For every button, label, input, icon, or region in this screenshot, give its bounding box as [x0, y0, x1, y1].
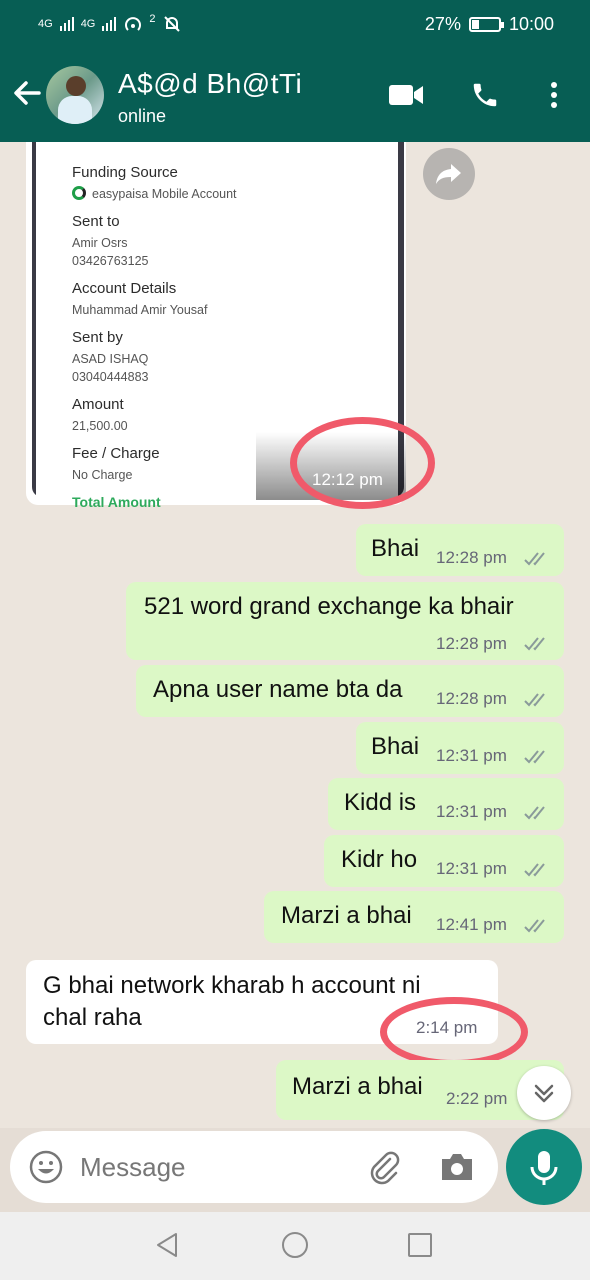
message-text: 521 word grand exchange ka bhair [144, 593, 514, 620]
scroll-to-bottom-button[interactable] [517, 1066, 571, 1120]
message-time: 12:31 pm [436, 802, 507, 821]
message-time: 2:22 pm [446, 1089, 508, 1108]
amount-label: Amount [72, 396, 124, 413]
account-details-label: Account Details [72, 280, 177, 297]
message-text-line-1: G bhai network kharab h account ni [43, 972, 421, 999]
double-check-icon [524, 806, 545, 820]
message-text: Bhai [371, 733, 420, 760]
sent-by-number: 03040444883 [72, 370, 149, 384]
sent-to-name: Amir Osrs [72, 236, 128, 250]
status-bar: 4G 4G 2 27% 10:00 [0, 0, 590, 50]
battery-icon [468, 17, 504, 32]
sent-by-label: Sent by [72, 329, 123, 346]
annotation-circle [290, 417, 435, 509]
double-check-icon [524, 693, 545, 707]
forward-button[interactable] [423, 148, 475, 200]
easypaisa-logo-icon [72, 186, 86, 200]
message-time: 12:41 pm [436, 915, 507, 934]
message-time: 12:31 pm [436, 859, 507, 878]
status-icons-right: 27% 10:00 [425, 14, 554, 35]
network-indicator-1: 4G [38, 18, 53, 30]
avatar[interactable] [46, 66, 104, 124]
sent-to-number: 03426763125 [72, 254, 149, 268]
chevron-double-down-icon [534, 1084, 554, 1103]
message-composer [10, 1131, 498, 1203]
more-options-icon[interactable] [544, 80, 564, 110]
message-time: 12:28 pm [436, 634, 507, 653]
message-text: Apna user name bta da [153, 676, 403, 703]
funding-source-value: easypaisa Mobile Account [92, 187, 237, 201]
voice-call-icon[interactable] [470, 80, 500, 110]
status-icons-left: 4G 4G 2 [38, 13, 182, 34]
message-time: 12:28 pm [436, 689, 507, 708]
contact-name[interactable]: A$@d Bh@tTi [118, 68, 302, 100]
signal-icon [102, 17, 117, 31]
emoji-icon[interactable] [28, 1149, 64, 1185]
attach-icon[interactable] [366, 1149, 402, 1185]
signal-icon [59, 17, 74, 31]
message-bubble-outgoing[interactable]: Bhai 12:28 pm [356, 524, 564, 576]
annotation-circle [380, 997, 528, 1067]
message-bubble-outgoing[interactable]: Apna user name bta da 12:28 pm [136, 665, 564, 717]
message-text: Bhai [371, 535, 420, 562]
hotspot-icon [125, 17, 142, 31]
sent-by-name: ASAD ISHAQ [72, 352, 149, 366]
double-check-icon [524, 750, 545, 764]
funding-source-label: Funding Source [72, 164, 178, 181]
back-arrow-icon[interactable] [12, 78, 42, 108]
message-time: 12:31 pm [436, 746, 507, 765]
message-text: Marzi a bhai [281, 902, 412, 929]
message-bubble-outgoing[interactable]: Kidr ho 12:31 pm [324, 835, 564, 887]
account-details-value: Muhammad Amir Yousaf [72, 303, 208, 317]
message-bubble-outgoing[interactable]: Kidd is 12:31 pm [328, 778, 564, 830]
camera-icon[interactable] [438, 1149, 476, 1185]
mic-button[interactable] [506, 1129, 582, 1205]
message-text-line-2: chal raha [43, 1004, 142, 1031]
hotspot-count: 2 [149, 13, 156, 25]
clock: 10:00 [508, 14, 554, 34]
double-check-icon [524, 552, 545, 566]
network-indicator-2: 4G [80, 18, 96, 30]
double-check-icon [524, 919, 545, 933]
message-bubble-outgoing[interactable]: Marzi a bhai 12:41 pm [264, 891, 564, 943]
nav-home-icon[interactable] [282, 1232, 308, 1258]
forward-icon [436, 164, 461, 184]
sent-to-label: Sent to [72, 213, 120, 230]
contact-status: online [118, 106, 167, 126]
message-bubble-outgoing[interactable]: Bhai 12:31 pm [356, 722, 564, 774]
video-call-icon[interactable] [388, 80, 424, 110]
chat-header: A$@d Bh@tTi online [0, 50, 590, 142]
system-nav-bar [0, 1212, 590, 1280]
message-text: Kidd is [344, 789, 417, 816]
message-input[interactable] [80, 1145, 360, 1189]
microphone-icon [530, 1151, 558, 1185]
double-check-icon [524, 637, 545, 651]
double-check-icon [524, 863, 545, 877]
message-text: Marzi a bhai [292, 1073, 423, 1100]
nav-recents-icon[interactable] [408, 1233, 432, 1257]
message-time: 12:28 pm [436, 548, 507, 567]
message-bubble-outgoing[interactable]: 521 word grand exchange ka bhair 12:28 p… [126, 582, 564, 660]
battery-percent: 27% [424, 14, 461, 34]
message-text: Kidr ho [341, 846, 418, 873]
mute-icon [163, 16, 180, 32]
chat-area[interactable]: Funding Source easypaisa Mobile Account … [0, 142, 590, 1128]
nav-back-icon[interactable] [152, 1230, 182, 1260]
